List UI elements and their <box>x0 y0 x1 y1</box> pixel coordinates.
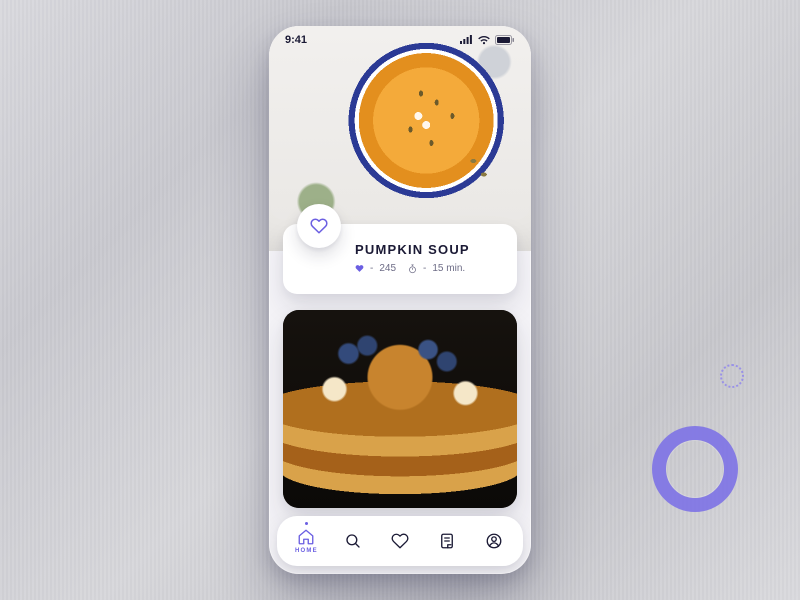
nav-home-label: HOME <box>295 548 318 554</box>
heart-icon <box>310 217 328 235</box>
phone-frame: 9:41 PUMPKIN SOUP - 245 - 15 min. <box>269 26 531 574</box>
search-icon <box>344 532 362 550</box>
likes-count: 245 <box>379 263 396 274</box>
likes-prefix: - <box>370 263 373 274</box>
wifi-icon <box>477 35 491 45</box>
status-bar: 9:41 <box>269 26 531 54</box>
heart-outline-icon <box>391 532 409 550</box>
recipe-book-icon <box>438 532 456 550</box>
nav-favorites[interactable] <box>377 516 424 566</box>
home-icon <box>297 528 315 546</box>
profile-icon <box>485 532 503 550</box>
timer-icon <box>408 264 417 274</box>
signal-icon <box>459 35 473 45</box>
recipe-image-french-toast[interactable] <box>283 310 517 508</box>
screen: PUMPKIN SOUP - 245 - 15 min. HOME <box>269 26 531 574</box>
bottom-nav: HOME <box>277 516 523 566</box>
decorative-ring-small <box>720 364 744 388</box>
status-icons <box>459 35 515 45</box>
french-toast-illustration <box>283 310 517 508</box>
nav-recipes[interactable] <box>423 516 470 566</box>
recipe-meta: - 245 - 15 min. <box>355 263 501 274</box>
favorite-button[interactable] <box>297 204 341 248</box>
recipe-info-card[interactable]: PUMPKIN SOUP - 245 - 15 min. <box>283 224 517 294</box>
nav-home[interactable]: HOME <box>283 516 330 566</box>
decorative-ring-large <box>652 426 738 512</box>
cook-time: 15 min. <box>432 263 465 274</box>
recipe-title: PUMPKIN SOUP <box>355 242 501 257</box>
status-time: 9:41 <box>285 34 307 46</box>
nav-active-dot <box>305 522 308 525</box>
battery-icon <box>495 35 515 45</box>
time-prefix: - <box>423 263 426 274</box>
heart-small-icon <box>355 264 364 273</box>
nav-search[interactable] <box>330 516 377 566</box>
nav-profile[interactable] <box>470 516 517 566</box>
